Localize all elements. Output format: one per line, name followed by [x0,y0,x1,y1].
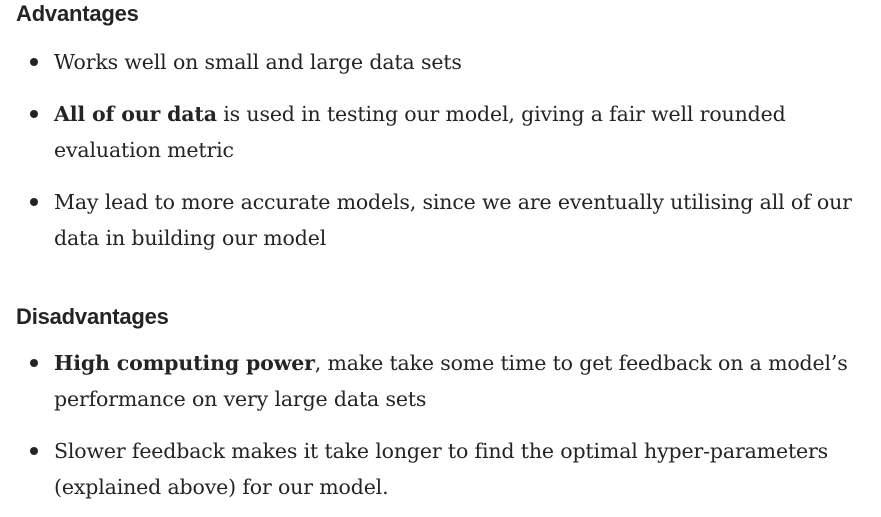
bullet-icon [30,110,38,118]
advantages-list: Works well on small and large data sets … [16,44,876,256]
disadvantages-heading: Disadvantages [16,304,169,329]
advantages-heading: Advantages [16,1,139,26]
bullet-icon [30,447,38,455]
bullet-icon [30,58,38,66]
list-item-text: Slower feedback makes it take longer to … [54,439,829,499]
advantages-section: Advantages Works well on small and large… [16,0,876,256]
bullet-icon [30,359,38,367]
disadvantages-section: Disadvantages High computing power, make… [16,303,876,505]
disadvantages-list: High computing power, make take some tim… [16,345,876,505]
list-item-text: May lead to more accurate models, since … [54,190,852,250]
list-item: May lead to more accurate models, since … [16,184,876,256]
bullet-icon [30,198,38,206]
list-item-bold-text: All of our data [54,102,217,126]
list-item-text: Works well on small and large data sets [54,50,462,74]
list-item: All of our data is used in testing our m… [16,96,876,168]
article-content: Advantages Works well on small and large… [0,0,881,517]
list-item: High computing power, make take some tim… [16,345,876,417]
list-item-bold-text: High computing power [54,351,315,375]
list-item: Works well on small and large data sets [16,44,876,80]
list-item: Slower feedback makes it take longer to … [16,433,876,505]
